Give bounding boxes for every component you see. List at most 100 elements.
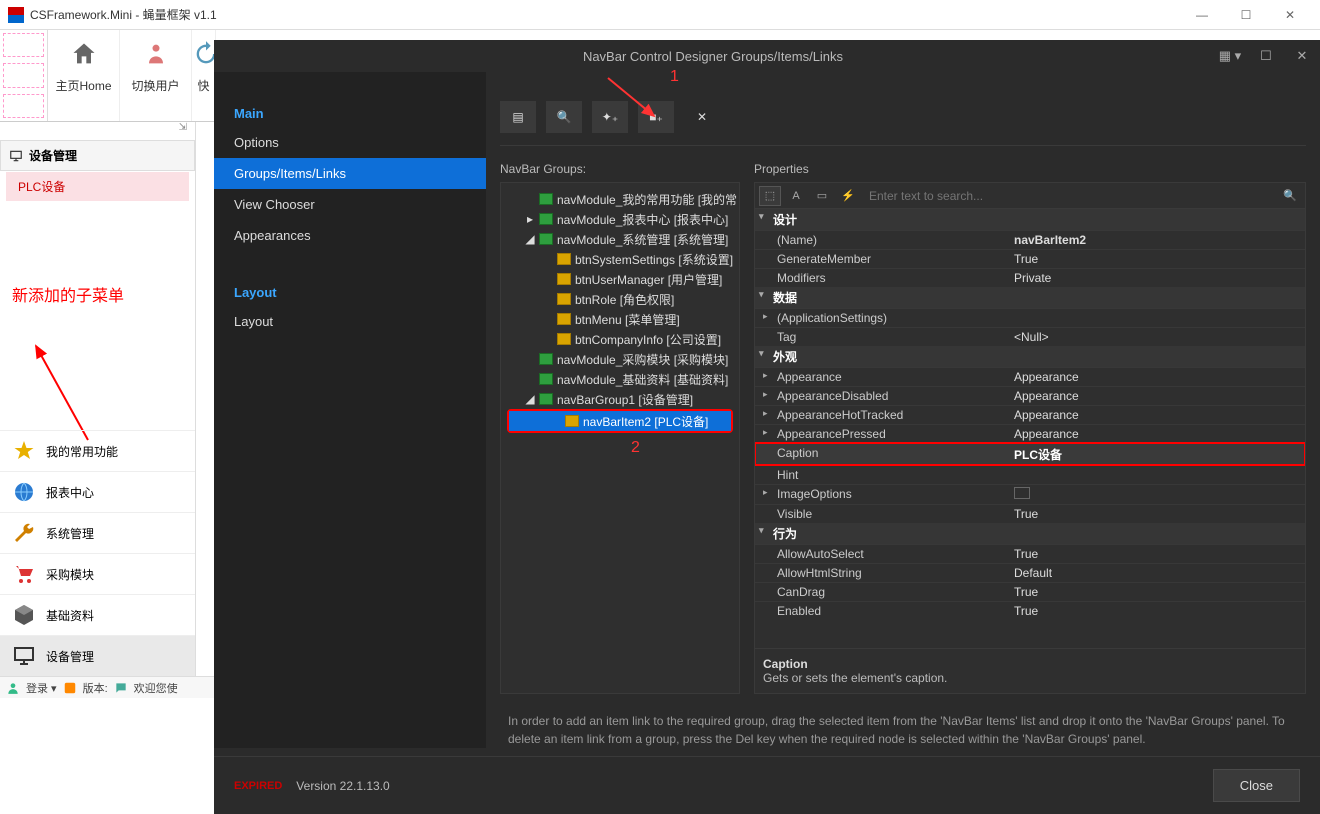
navbar-groups-tree[interactable]: navModule_我的常用功能 [我的常▸navModule_报表中心 [报表… xyxy=(500,182,740,694)
prop-appsettings[interactable]: (ApplicationSettings) xyxy=(755,308,1305,327)
user-icon xyxy=(6,681,20,695)
info-icon xyxy=(63,681,77,695)
maximize-button[interactable]: ☐ xyxy=(1224,1,1268,29)
app-logo xyxy=(8,7,24,23)
designer-hint: In order to add an item link to the requ… xyxy=(500,694,1306,748)
tree-node[interactable]: navModule_基础资料 [基础资料] xyxy=(501,369,739,389)
left-panel: ⇲ 设备管理 PLC设备 新添加的子菜单 我的常用功能 报表中心 系统管理 采购… xyxy=(0,122,196,676)
sidebar-item-plc[interactable]: PLC设备 xyxy=(6,172,189,201)
titlebar: CSFramework.Mini - 蝇量框架 v1.1 — ☐ ✕ xyxy=(0,0,1320,30)
prop-candrag[interactable]: CanDragTrue xyxy=(755,582,1305,601)
prop-modifiers[interactable]: ModifiersPrivate xyxy=(755,268,1305,287)
nav-favorites[interactable]: 我的常用功能 xyxy=(0,430,195,471)
minimize-button[interactable]: — xyxy=(1180,1,1224,29)
login-menu[interactable]: 登录 ▾ xyxy=(26,680,57,696)
property-search-input[interactable] xyxy=(863,187,1275,205)
pg-pages-icon[interactable]: ▭ xyxy=(811,186,833,206)
sidebar-section-main: Main xyxy=(214,96,486,127)
pg-cat-design[interactable]: 设计 xyxy=(755,209,1305,230)
designer-title: NavBar Control Designer Groups/Items/Lin… xyxy=(214,49,1212,64)
property-grid-toolbar: ⬚ A ▭ ⚡ 🔍 xyxy=(755,183,1305,209)
prop-visible[interactable]: VisibleTrue xyxy=(755,504,1305,523)
nav-reports[interactable]: 报表中心 xyxy=(0,471,195,512)
star-icon xyxy=(12,439,36,463)
toolbar-delete-icon[interactable]: ✕ xyxy=(684,101,720,133)
prop-hint[interactable]: Hint xyxy=(755,465,1305,484)
tree-node[interactable]: btnMenu [菜单管理] xyxy=(501,309,739,329)
prop-enabled[interactable]: EnabledTrue xyxy=(755,601,1305,620)
pg-cat-data[interactable]: 数据 xyxy=(755,287,1305,308)
toolbar-list-icon[interactable]: ▤ xyxy=(500,101,536,133)
wrench-icon xyxy=(12,521,36,545)
tree-node[interactable]: btnSystemSettings [系统设置] xyxy=(501,249,739,269)
sidebar-section-layout: Layout xyxy=(214,275,486,306)
prop-appearancedisabled[interactable]: AppearanceDisabledAppearance xyxy=(755,386,1305,405)
switch-user-button[interactable]: 切换用户 xyxy=(120,30,192,121)
tree-node[interactable]: navBarItem2 [PLC设备] xyxy=(509,411,731,431)
home-button[interactable]: 主页Home xyxy=(48,30,120,121)
view-mode-button[interactable]: ▦ ▾ xyxy=(1212,48,1248,64)
prop-appearance[interactable]: AppearanceAppearance xyxy=(755,367,1305,386)
pg-events-icon[interactable]: ⚡ xyxy=(837,186,859,206)
prop-generatemember[interactable]: GenerateMemberTrue xyxy=(755,249,1305,268)
cube-icon xyxy=(12,603,36,627)
sidebar-item-viewchooser[interactable]: View Chooser xyxy=(214,189,486,220)
designer-main: ▤ 🔍 ✦₊ ■₊ ✕ 1 NavBar Groups: navModule_我… xyxy=(486,72,1320,748)
navbar-designer: NavBar Control Designer Groups/Items/Lin… xyxy=(214,40,1320,814)
designer-maximize-button[interactable]: ☐ xyxy=(1248,48,1284,64)
nav-purchase[interactable]: 采购模块 xyxy=(0,553,195,594)
sidebar-item-layout[interactable]: Layout xyxy=(214,306,486,337)
toolbar-search-icon[interactable]: 🔍 xyxy=(546,101,582,133)
ribbon-cut-button[interactable]: 快 xyxy=(192,30,216,121)
close-button[interactable]: ✕ xyxy=(1268,1,1312,29)
prop-appearancepressed[interactable]: AppearancePressedAppearance xyxy=(755,424,1305,443)
property-grid: ⬚ A ▭ ⚡ 🔍 设计 (Name)navBarItem2 GenerateM… xyxy=(754,182,1306,694)
nav-basedata[interactable]: 基础资料 xyxy=(0,594,195,635)
pg-cat-behavior[interactable]: 行为 xyxy=(755,523,1305,544)
version-label: 版本: xyxy=(83,680,108,696)
left-panel-header[interactable]: 设备管理 xyxy=(0,140,195,171)
pin-button[interactable]: ⇲ xyxy=(0,122,195,140)
properties-header: Properties xyxy=(754,158,1306,182)
prop-allowautoselect[interactable]: AllowAutoSelectTrue xyxy=(755,544,1305,563)
tree-node[interactable]: btnCompanyInfo [公司设置] xyxy=(501,329,739,349)
sidebar-item-groups[interactable]: Groups/Items/Links xyxy=(214,158,486,189)
nav-system[interactable]: 系统管理 xyxy=(0,512,195,553)
tree-node[interactable]: navModule_我的常用功能 [我的常 xyxy=(501,189,739,209)
designer-titlebar: NavBar Control Designer Groups/Items/Lin… xyxy=(214,40,1320,72)
window-title: CSFramework.Mini - 蝇量框架 v1.1 xyxy=(30,6,1180,23)
tree-header: NavBar Groups: xyxy=(500,158,740,182)
expired-label: EXPIRED xyxy=(234,780,282,792)
tree-node[interactable]: btnRole [角色权限] xyxy=(501,289,739,309)
pg-alphabetical-icon[interactable]: A xyxy=(785,186,807,206)
tree-node[interactable]: ▸navModule_报表中心 [报表中心] xyxy=(501,209,739,229)
pg-cat-appearance[interactable]: 外观 xyxy=(755,346,1305,367)
home-icon xyxy=(70,40,98,68)
tree-node[interactable]: btnUserManager [用户管理] xyxy=(501,269,739,289)
tree-node[interactable]: ◢navModule_系统管理 [系统管理] xyxy=(501,229,739,249)
tree-node[interactable]: navModule_采购模块 [采购模块] xyxy=(501,349,739,369)
cart-icon xyxy=(12,562,36,586)
prop-allowhtmlstring[interactable]: AllowHtmlStringDefault xyxy=(755,563,1305,582)
annotation-new-submenu: 新添加的子菜单 xyxy=(0,202,195,306)
globe-icon xyxy=(12,480,36,504)
designer-close-button[interactable]: ✕ xyxy=(1284,48,1320,64)
chat-icon xyxy=(114,681,128,695)
prop-caption[interactable]: CaptionPLC设备 xyxy=(755,443,1305,465)
nav-devices[interactable]: 设备管理 xyxy=(0,635,195,676)
switch-user-label: 切换用户 xyxy=(120,77,191,94)
close-button[interactable]: Close xyxy=(1213,769,1300,802)
refresh-icon xyxy=(192,40,216,68)
designer-toolbar: ▤ 🔍 ✦₊ ■₊ ✕ 1 xyxy=(500,72,1306,146)
pg-search-icon[interactable]: 🔍 xyxy=(1279,186,1301,206)
prop-tag[interactable]: Tag<Null> xyxy=(755,327,1305,346)
sidebar-item-options[interactable]: Options xyxy=(214,127,486,158)
pg-categorized-icon[interactable]: ⬚ xyxy=(759,186,781,206)
prop-name[interactable]: (Name)navBarItem2 xyxy=(755,230,1305,249)
designer-sidebar: Main Options Groups/Items/Links View Cho… xyxy=(214,72,486,748)
prop-imageoptions[interactable]: ImageOptions xyxy=(755,484,1305,504)
sidebar-item-appearances[interactable]: Appearances xyxy=(214,220,486,251)
annotation-arrow-1-icon xyxy=(606,76,676,126)
tree-node[interactable]: ◢navBarGroup1 [设备管理] xyxy=(501,389,739,409)
prop-appearancehottracked[interactable]: AppearanceHotTrackedAppearance xyxy=(755,405,1305,424)
